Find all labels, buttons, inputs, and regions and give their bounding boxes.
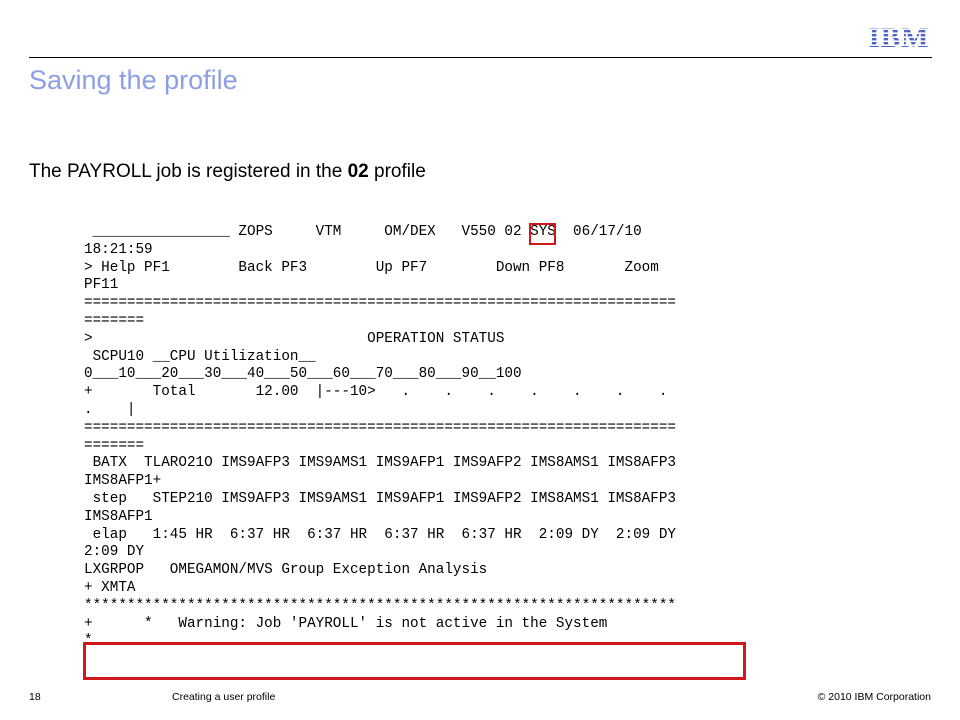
subtitle-text: The PAYROLL job is registered in the xyxy=(29,161,348,182)
profile-number: 02 xyxy=(347,161,369,182)
terminal-line: + Total 12.00 |---10> . . . . . . . xyxy=(84,384,668,401)
terminal-line: + XMTA xyxy=(84,579,136,596)
terminal-line: step STEP210 IMS9AFP3 IMS9AMS1 IMS9AFP1 … xyxy=(84,490,676,507)
copyright: © 2010 IBM Corporation xyxy=(817,691,931,703)
terminal-screenshot: ________________ ZOPS VTM OM/DEX V550 02… xyxy=(84,224,754,684)
page-number: 18 xyxy=(29,691,41,703)
terminal-line: ========================================… xyxy=(84,295,676,312)
terminal-line: ======= xyxy=(84,437,145,454)
subtitle-text-end: profile xyxy=(368,161,426,182)
terminal-line: IMS8AFP1 xyxy=(84,508,153,525)
footer-section: Creating a user profile xyxy=(172,691,276,703)
svg-text:IBM: IBM xyxy=(869,22,930,50)
terminal-line: ****************************************… xyxy=(84,597,676,614)
terminal-line: 18:21:59 xyxy=(84,241,153,258)
terminal-line: LXGRPOP OMEGAMON/MVS Group Exception Ana… xyxy=(84,562,488,579)
terminal-line: > OPERATION STATUS xyxy=(84,330,505,347)
header-rule xyxy=(29,57,932,58)
terminal-line: + * Warning: Job 'PAYROLL' is not active… xyxy=(84,615,608,632)
terminal-line: > Help PF1 Back PF3 Up PF7 Down PF8 Zoom xyxy=(84,259,659,276)
terminal-line: BATX TLARO21O IMS9AFP3 IMS9AMS1 IMS9AFP1… xyxy=(84,455,676,472)
profile-id-highlight xyxy=(529,223,556,245)
warning-highlight xyxy=(83,642,746,680)
terminal-line: . | xyxy=(84,401,136,418)
terminal-line: ========================================… xyxy=(84,419,676,436)
terminal-line: PF11 xyxy=(84,277,119,294)
ibm-logo: IBM xyxy=(869,22,930,50)
terminal-line: IMS8AFP1+ xyxy=(84,473,162,490)
terminal-line: 2:09 DY xyxy=(84,544,145,561)
slide-title: Saving the profile xyxy=(29,65,238,95)
terminal-line: SCPU10 __CPU Utilization__ xyxy=(84,348,316,365)
terminal-line: ________________ ZOPS VTM OM/DEX V550 02… xyxy=(84,224,642,240)
terminal-line: ======= xyxy=(84,312,145,329)
terminal-line: elap 1:45 HR 6:37 HR 6:37 HR 6:37 HR 6:3… xyxy=(84,526,676,543)
terminal-line: 0___10___20___30___40___50___60___70___8… xyxy=(84,366,522,383)
slide-subtitle: The PAYROLL job is registered in the 02 … xyxy=(29,161,426,183)
